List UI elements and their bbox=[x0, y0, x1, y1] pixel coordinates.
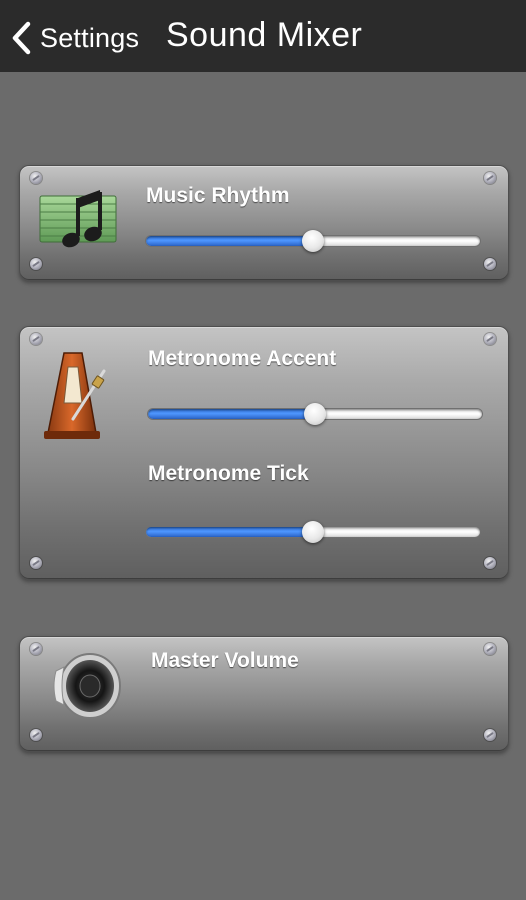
slider-fill bbox=[148, 409, 315, 419]
slider-thumb[interactable] bbox=[302, 521, 324, 543]
music-rhythm-label: Music Rhythm bbox=[146, 184, 290, 207]
screw-icon bbox=[484, 333, 496, 345]
screw-icon bbox=[484, 729, 496, 741]
chevron-left-icon bbox=[12, 21, 31, 55]
screw-icon bbox=[484, 557, 496, 569]
master-volume-label: Master Volume bbox=[151, 649, 299, 672]
music-rhythm-slider[interactable] bbox=[146, 230, 480, 252]
music-note-icon bbox=[39, 190, 117, 248]
metronome-panel: Metronome Accent Metronome Tick bbox=[19, 326, 509, 580]
page-title: Sound Mixer bbox=[166, 16, 363, 54]
slider-fill bbox=[146, 236, 313, 246]
slider-thumb[interactable] bbox=[304, 403, 326, 425]
screw-icon bbox=[30, 729, 42, 741]
metronome-accent-slider[interactable] bbox=[148, 403, 482, 425]
navigation-bar: Settings Sound Mixer bbox=[0, 0, 526, 72]
screw-icon bbox=[484, 172, 496, 184]
back-button[interactable]: Settings bbox=[10, 18, 139, 58]
metronome-accent-label: Metronome Accent bbox=[148, 347, 337, 370]
speaker-icon bbox=[53, 653, 121, 719]
screw-icon bbox=[30, 643, 42, 655]
slider-thumb[interactable] bbox=[302, 230, 324, 252]
screw-icon bbox=[30, 333, 42, 345]
metronome-tick-slider[interactable] bbox=[146, 521, 480, 543]
screw-icon bbox=[30, 258, 42, 270]
master-volume-panel: Master Volume bbox=[19, 636, 509, 752]
metronome-icon bbox=[44, 352, 106, 439]
slider-fill bbox=[146, 527, 313, 537]
back-button-label: Settings bbox=[40, 22, 140, 53]
metronome-tick-label: Metronome Tick bbox=[148, 462, 309, 485]
screw-icon bbox=[484, 258, 496, 270]
music-rhythm-panel: Music Rhythm bbox=[19, 165, 509, 281]
screw-icon bbox=[30, 172, 42, 184]
screw-icon bbox=[484, 643, 496, 655]
screw-icon bbox=[30, 557, 42, 569]
